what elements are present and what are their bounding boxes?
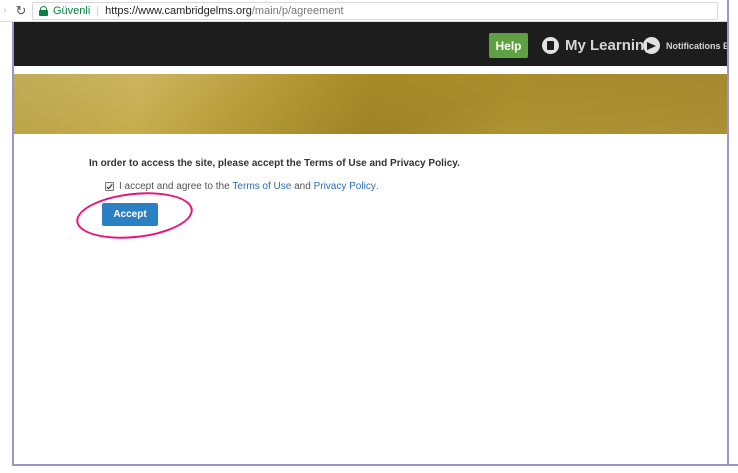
forward-arrow-icon[interactable]: ›: [0, 5, 10, 16]
banner-gap: [14, 66, 727, 74]
frame-left-border: [12, 22, 14, 473]
agree-prefix-text: I accept and agree to the: [119, 181, 233, 192]
agree-checkbox[interactable]: [105, 182, 114, 191]
megaphone-icon: [643, 37, 660, 54]
frame-bottom-border: [12, 464, 738, 473]
banner-sheen: [14, 74, 727, 134]
secure-label: Güvenli: [53, 4, 91, 17]
checkmark-icon: [106, 182, 113, 190]
gold-banner: [14, 74, 727, 134]
browser-address-bar: › ↻ Güvenli | https://www.cambridgelms.o…: [0, 0, 738, 22]
book-icon: [542, 37, 559, 54]
agree-row: I accept and agree to the Terms of Use a…: [105, 181, 379, 192]
agree-suffix-text: .: [375, 181, 379, 192]
agree-and-text: and: [291, 181, 314, 192]
my-learning-label: My Learning: [565, 37, 654, 54]
url-host: https://www.cambridgelms.org: [105, 4, 252, 17]
reload-icon[interactable]: ↻: [10, 3, 32, 19]
frame-right-border: [727, 0, 738, 473]
agreement-heading: In order to access the site, please acce…: [89, 158, 460, 169]
my-learning-link[interactable]: My Learning: [542, 33, 653, 58]
url-path: /main/p/agreement: [251, 4, 344, 17]
privacy-policy-link[interactable]: Privacy Policy: [314, 181, 376, 192]
url-separator: |: [96, 4, 100, 17]
highlight-annotation-ellipse: [73, 187, 196, 244]
lock-icon: [39, 5, 48, 16]
url-field[interactable]: Güvenli | https://www.cambridgelms.org /…: [32, 1, 718, 20]
notifications-label: Notifications: [666, 40, 721, 51]
notifications-link[interactable]: Notifications: [643, 33, 721, 58]
help-button[interactable]: Help: [489, 33, 528, 58]
site-navbar: Help My Learning Notifications E: [14, 22, 729, 66]
terms-of-use-link[interactable]: Terms of Use: [232, 181, 291, 192]
